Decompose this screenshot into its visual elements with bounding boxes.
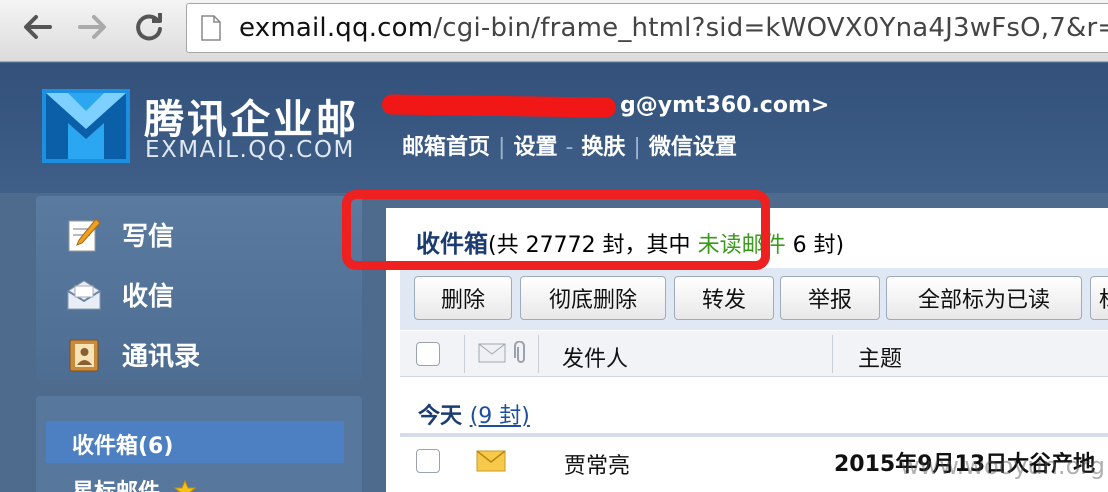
link-wechat-settings[interactable]: 微信设置 (649, 135, 737, 160)
contacts-label: 通讯录 (122, 342, 201, 372)
group-label: 今天 (418, 404, 463, 429)
row-checkbox[interactable] (416, 449, 440, 473)
column-divider (538, 335, 539, 373)
browser-toolbar: exmail.qq.com/cgi-bin/frame_html?sid=kWO… (0, 0, 1108, 62)
exmail-logo-icon (42, 89, 130, 163)
star-icon (173, 479, 197, 492)
red-highlight-callout (342, 190, 770, 270)
link-skin[interactable]: 换肤 (581, 135, 625, 160)
account-address-text: g@ymt360.com> (620, 93, 830, 118)
logo-english-text: EXMAIL.QQ.COM (145, 137, 355, 163)
back-arrow-icon (24, 15, 52, 39)
link-settings[interactable]: 设置 (513, 135, 557, 160)
sender-column-header[interactable]: 发件人 (562, 341, 628, 373)
address-bar[interactable]: exmail.qq.com/cgi-bin/frame_html?sid=kWO… (186, 3, 1108, 53)
forward-mail-button[interactable]: 转发 (674, 276, 774, 320)
header-links: 邮箱首页 | 设置 - 换肤 | 微信设置 (402, 129, 737, 161)
link-separator: | (498, 135, 506, 160)
compose-label: 写信 (122, 222, 175, 252)
delete-button[interactable]: 删除 (414, 276, 512, 320)
url-path: /cgi-bin/frame_html?sid=kWOVX0Yna4J3wFsO… (433, 13, 1108, 43)
report-button[interactable]: 举报 (780, 276, 880, 320)
contacts-button[interactable]: 通讯录 (66, 336, 200, 373)
group-divider (400, 433, 1108, 437)
app-header: 腾讯企业邮 EXMAIL.QQ.COM g@ymt360.com> 邮箱首页 | 设… (0, 63, 1108, 193)
contacts-book-icon (69, 339, 99, 371)
compose-button[interactable]: 写信 (66, 216, 174, 253)
mark-all-read-button[interactable]: 全部标为已读 (886, 276, 1082, 320)
group-count-link[interactable]: (9 封) (470, 404, 530, 429)
receive-button[interactable]: 收信 (66, 276, 174, 313)
unread-envelope-icon (476, 450, 506, 472)
link-mail-home[interactable]: 邮箱首页 (402, 135, 490, 160)
mail-toolbar: 删除 彻底删除 转发 举报 全部标为已读 标 (400, 268, 1108, 330)
subject-column-header[interactable]: 主题 (858, 341, 902, 373)
inbox-count-suffix: 6 封) (785, 233, 845, 258)
folder-starred-label: 星标邮件 (72, 480, 160, 492)
folder-starred[interactable]: 星标邮件 (72, 474, 197, 492)
permanent-delete-button[interactable]: 彻底删除 (520, 276, 666, 320)
select-all-checkbox[interactable] (416, 342, 440, 366)
back-button[interactable] (20, 10, 54, 44)
row-sender: 贾常亮 (564, 454, 631, 479)
attachment-column-icon (514, 341, 525, 363)
receive-label: 收信 (122, 282, 175, 312)
account-address: g@ymt360.com> (620, 93, 829, 118)
mail-column-header: 发件人 主题 (400, 331, 1108, 377)
forward-arrow-icon (78, 15, 106, 39)
column-divider (464, 335, 465, 373)
column-divider (832, 335, 833, 373)
date-group-today: 今天 (9 封) (418, 398, 530, 430)
reload-icon (136, 13, 162, 41)
sidebar-actions: 写信 收信 通讯录 (36, 196, 362, 380)
folder-inbox[interactable]: 收件箱(6) (72, 428, 173, 460)
mark-as-dropdown[interactable]: 标 (1090, 276, 1108, 320)
reload-button[interactable] (132, 10, 166, 44)
link-separator: | (633, 135, 641, 160)
watermark-text: www.wooyun.org (900, 452, 1105, 480)
url-text: exmail.qq.com/cgi-bin/frame_html?sid=kWO… (239, 13, 1108, 43)
compose-icon (68, 217, 101, 251)
link-separator: - (565, 135, 574, 160)
redaction-mark (381, 94, 617, 118)
inbox-envelope-icon (67, 279, 101, 309)
forward-button[interactable] (76, 10, 110, 44)
url-host: exmail.qq.com (239, 13, 434, 43)
page-icon (201, 15, 221, 41)
mail-status-column-icon (478, 343, 506, 363)
